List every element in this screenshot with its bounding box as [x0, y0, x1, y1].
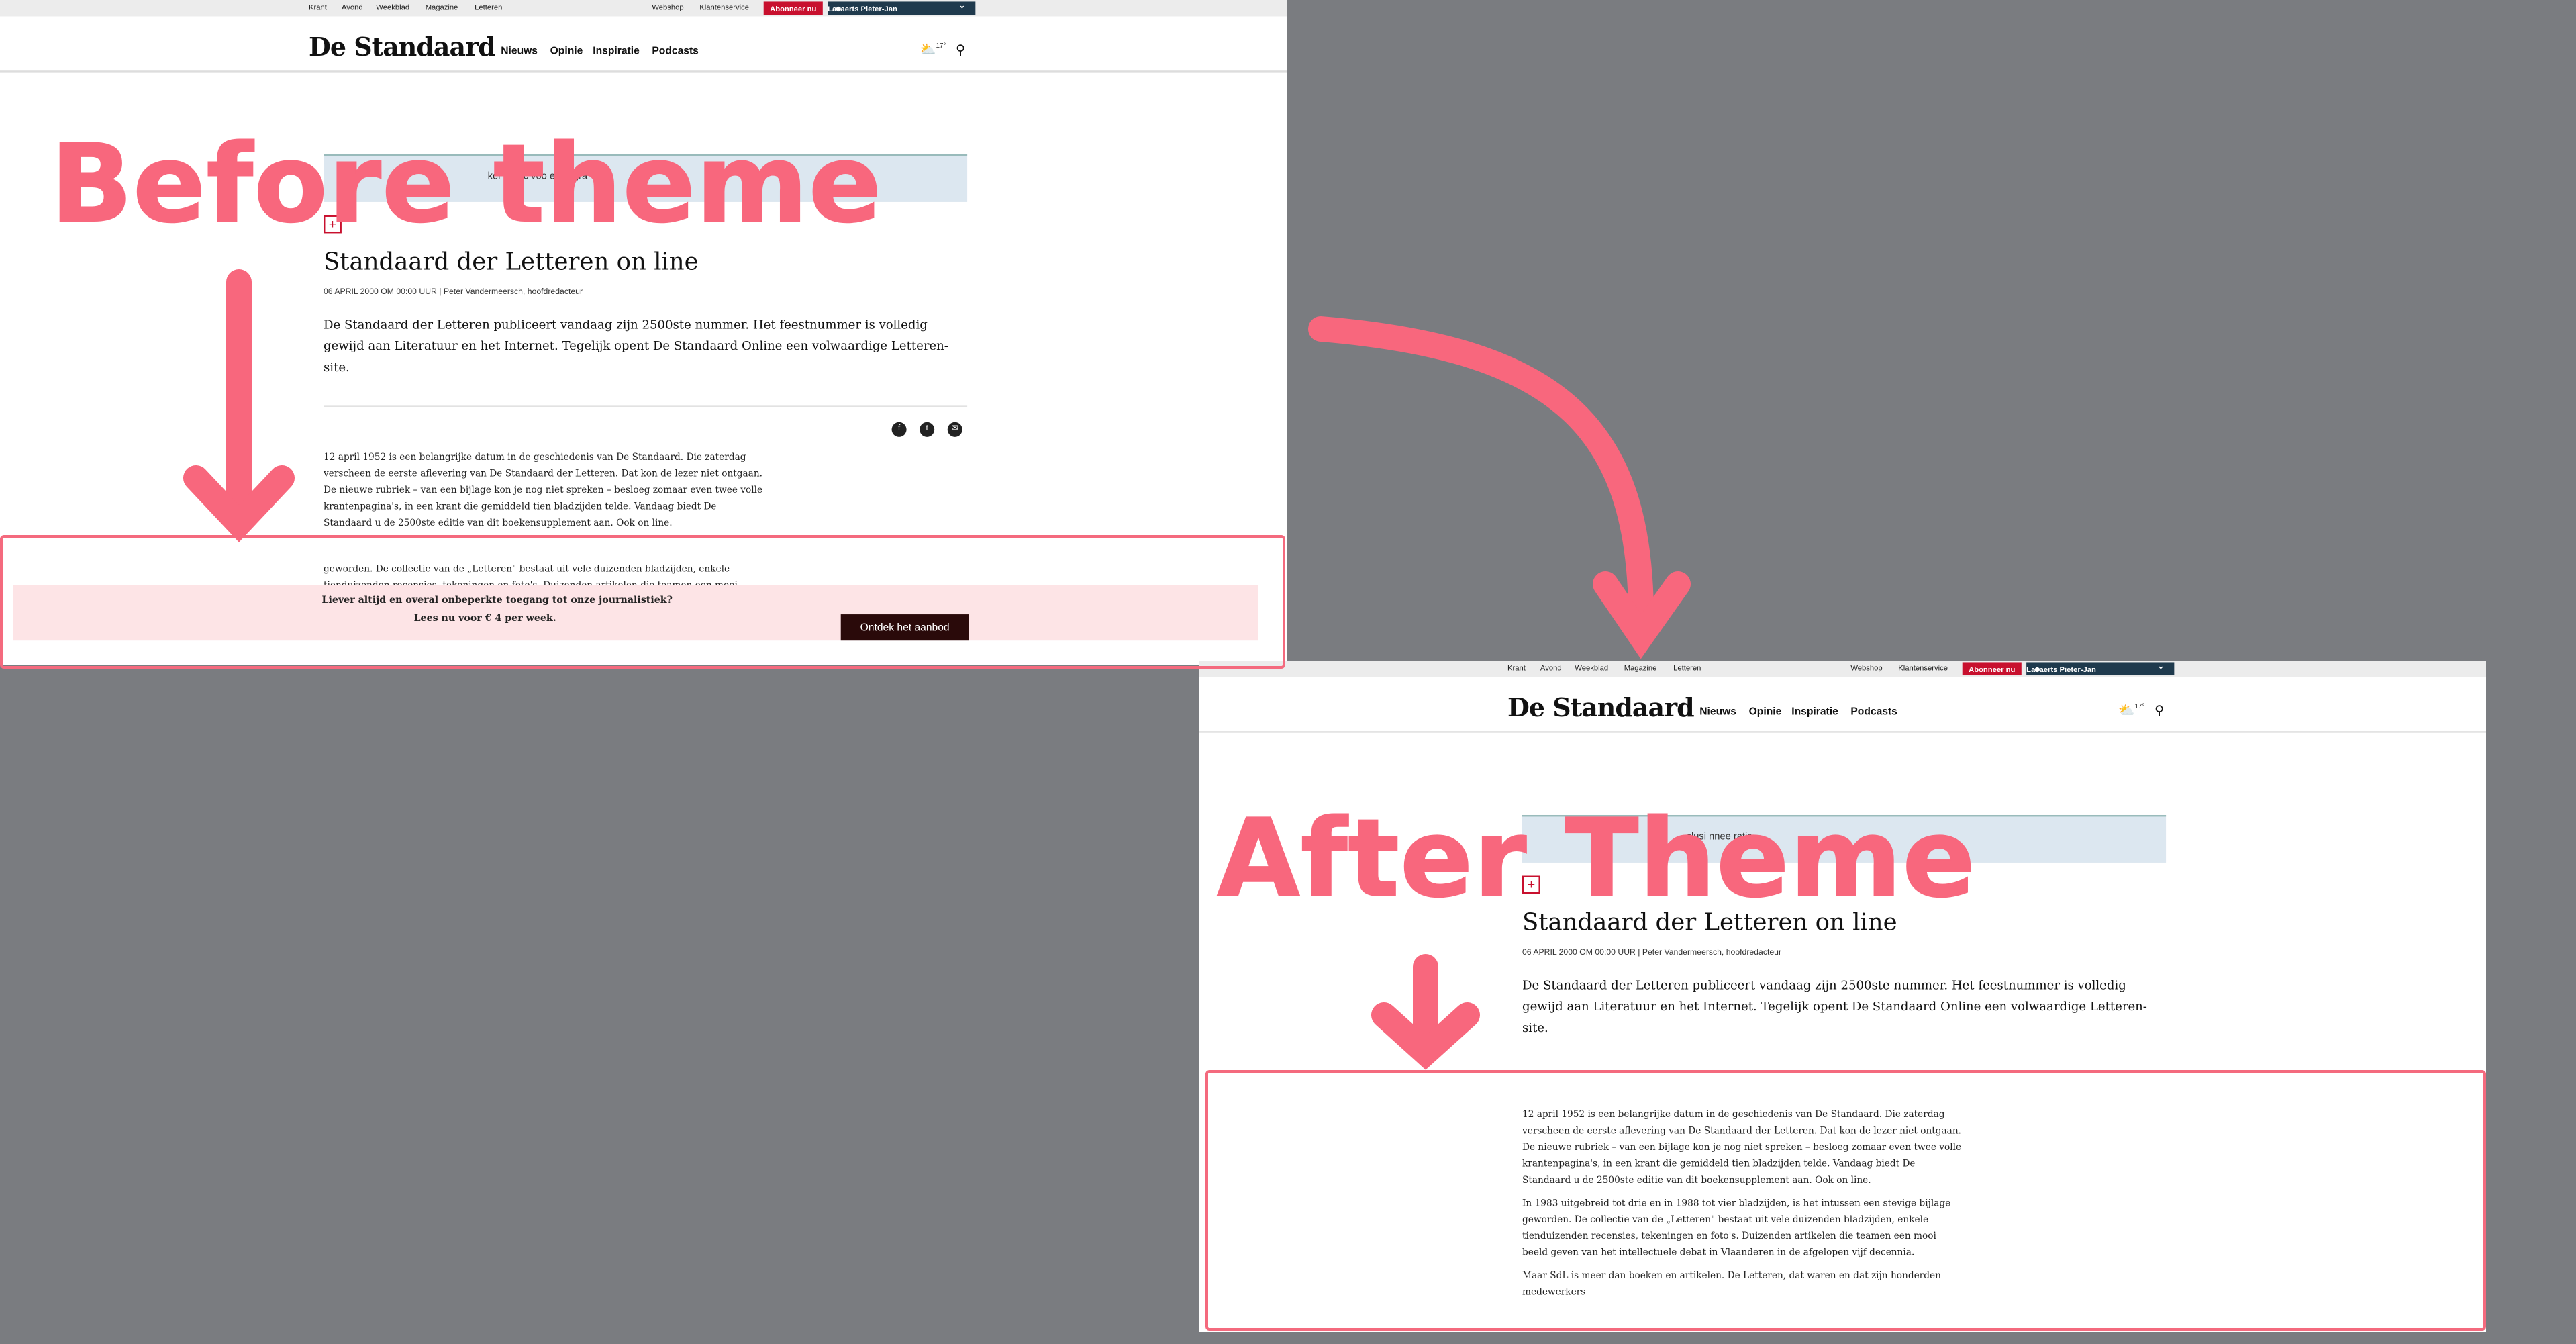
site-logo[interactable]: De Standaard	[1507, 691, 1695, 722]
lead-line: De Standaard der Letteren publiceert van…	[323, 317, 928, 332]
nav-inspiratie[interactable]: Inspiratie	[1791, 707, 1838, 718]
body-line: Standaard u de 2500ste editie van dit bo…	[323, 519, 673, 529]
user-name: Lavaerts Pieter-Jan	[828, 5, 897, 14]
lead-line: gewijd aan Literatuur en het Internet. T…	[323, 338, 948, 354]
nav-podcasts[interactable]: Podcasts	[652, 46, 699, 58]
body-line: De nieuwe rubriek – van een bijlage kon …	[323, 486, 763, 496]
nav-inspiratie[interactable]: Inspiratie	[593, 46, 640, 58]
topbar-link-letteren[interactable]: Letteren	[475, 4, 502, 12]
chevron-down-icon: ⌄	[2157, 662, 2165, 673]
cloud-sun-icon: ⛅	[2118, 702, 2135, 718]
body-line: verscheen de eerste aflevering van De St…	[323, 469, 763, 480]
top-bar: Krant Avond Weekblad Magazine Letteren W…	[0, 0, 1287, 17]
topbar-link-weekblad[interactable]: Weekblad	[1575, 665, 1608, 673]
before-theme-label: Before theme	[50, 120, 883, 247]
body-line: 12 april 1952 is een belangrijke datum i…	[323, 453, 746, 463]
subscribe-button[interactable]: Abonneer nu	[763, 1, 823, 15]
search-icon[interactable]: ⚲	[2154, 704, 2164, 718]
curved-arrow-shaft	[1308, 316, 1654, 644]
topbar-link-magazine[interactable]: Magazine	[426, 4, 458, 12]
lead-line: gewijd aan Literatuur en het Internet. T…	[1522, 999, 2147, 1014]
topbar-link-letteren[interactable]: Letteren	[1673, 665, 1701, 673]
search-icon[interactable]: ⚲	[956, 43, 965, 58]
twitter-icon[interactable]: t	[920, 422, 935, 437]
temperature: 17°	[2134, 702, 2145, 710]
before-highlight-box	[0, 535, 1285, 669]
user-menu[interactable]: ☻ Lavaerts Pieter-Jan ⌄	[828, 1, 976, 15]
mail-icon[interactable]: ✉	[947, 422, 962, 437]
article-paragraph: 12 april 1952 is een belangrijke datum i…	[324, 450, 816, 532]
nav-opinie[interactable]: Opinie	[550, 46, 583, 58]
article-byline: 06 APRIL 2000 OM 00:00 UUR | Peter Vande…	[323, 287, 583, 297]
temperature: 17°	[936, 41, 946, 50]
weather-widget[interactable]: ⛅17°	[2118, 702, 2144, 718]
site-header: De Standaard Nieuws Opinie Inspiratie Po…	[1199, 677, 2486, 733]
topbar-link-avond[interactable]: Avond	[342, 4, 363, 12]
lead-line: De Standaard der Letteren publiceert van…	[1522, 977, 2126, 993]
article-byline: 06 APRIL 2000 OM 00:00 UUR | Peter Vande…	[1522, 948, 1782, 958]
site-logo[interactable]: De Standaard	[309, 31, 496, 62]
subscribe-button[interactable]: Abonneer nu	[1962, 662, 2022, 676]
article-lead: De Standaard der Letteren publiceert van…	[1522, 974, 2166, 1038]
divider	[323, 405, 968, 407]
topbar-link-avond[interactable]: Avond	[1540, 665, 1562, 673]
cloud-sun-icon: ⛅	[920, 42, 936, 57]
nav-nieuws[interactable]: Nieuws	[501, 46, 538, 58]
facebook-icon[interactable]: f	[891, 422, 907, 437]
after-highlight-box	[1205, 1070, 2486, 1331]
article-lead: De Standaard der Letteren publiceert van…	[324, 314, 967, 377]
topbar-link-krant[interactable]: Krant	[309, 4, 327, 12]
topbar-link-klantenservice[interactable]: Klantenservice	[1898, 665, 1948, 673]
topbar-link-krant[interactable]: Krant	[1507, 665, 1526, 673]
topbar-link-weekblad[interactable]: Weekblad	[376, 4, 409, 12]
nav-nieuws[interactable]: Nieuws	[1699, 707, 1736, 718]
lead-line: site.	[1522, 1020, 1548, 1035]
nav-opinie[interactable]: Opinie	[1749, 707, 1782, 718]
user-name: Lavaerts Pieter-Jan	[2026, 666, 2096, 675]
article-title: Standaard der Letteren on line	[323, 249, 699, 277]
lead-line: site.	[323, 359, 350, 375]
topbar-link-webshop[interactable]: Webshop	[1850, 665, 1882, 673]
topbar-link-webshop[interactable]: Webshop	[652, 4, 683, 12]
topbar-link-klantenservice[interactable]: Klantenservice	[699, 4, 749, 12]
user-menu[interactable]: ☻ Lavaerts Pieter-Jan ⌄	[2026, 662, 2175, 676]
after-theme-label: After Theme	[1216, 795, 1976, 922]
weather-widget[interactable]: ⛅17°	[920, 41, 946, 57]
top-bar: Krant Avond Weekblad Magazine Letteren W…	[1199, 661, 2486, 677]
curved-arrow-head	[1593, 571, 1691, 659]
nav-podcasts[interactable]: Podcasts	[1850, 707, 1897, 718]
chevron-down-icon: ⌄	[958, 1, 966, 12]
topbar-link-magazine[interactable]: Magazine	[1624, 665, 1657, 673]
site-header: De Standaard Nieuws Opinie Inspiratie Po…	[0, 16, 1287, 73]
body-line: krantenpagina's, in een krant die gemidd…	[323, 502, 717, 513]
